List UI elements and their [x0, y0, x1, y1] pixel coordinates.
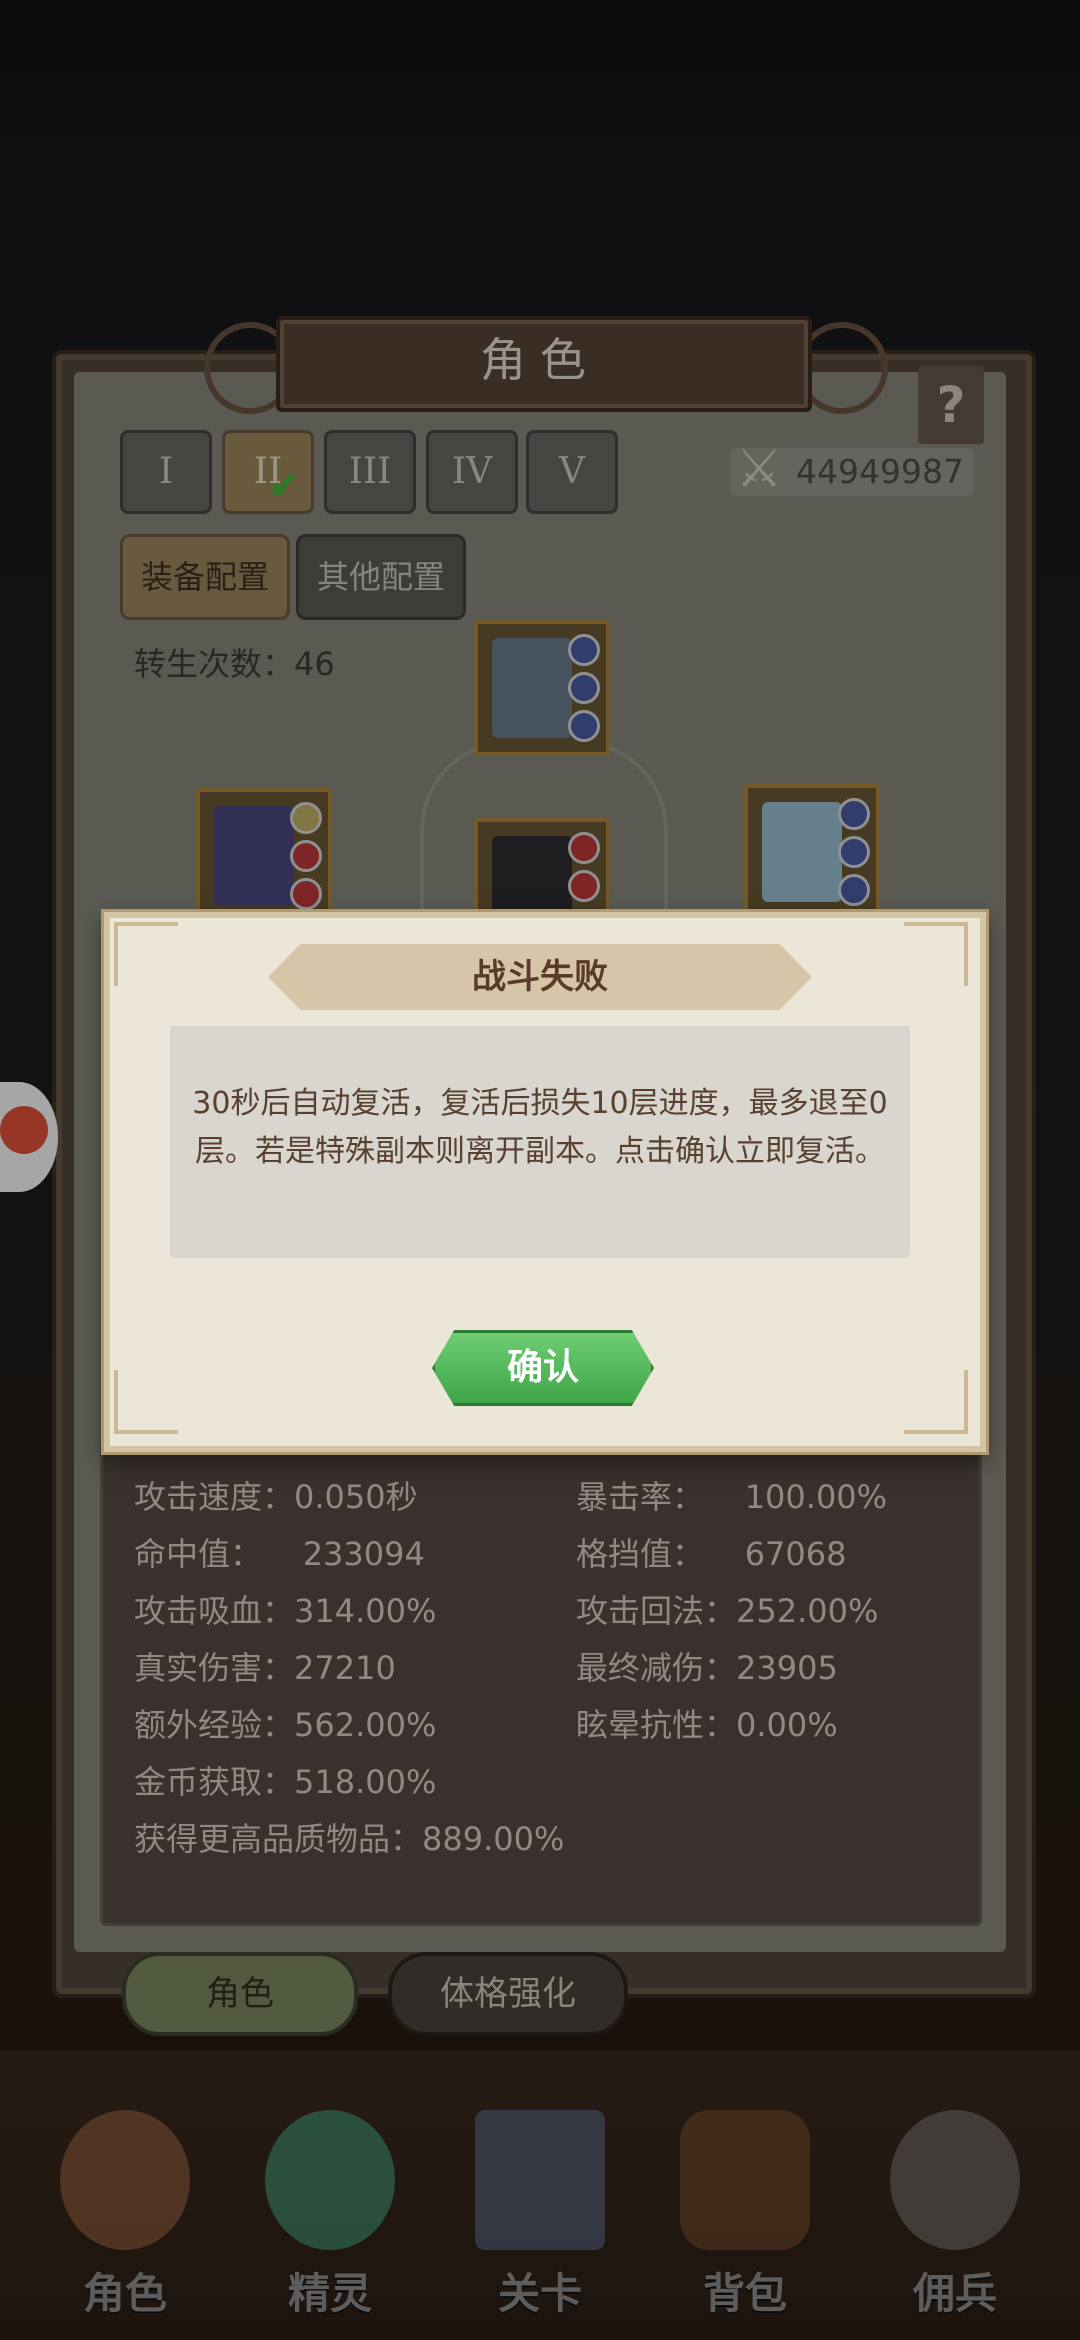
corner-ornament-icon: [904, 922, 968, 986]
corner-ornament-icon: [904, 1370, 968, 1434]
confirm-button[interactable]: 确认: [432, 1330, 654, 1406]
corner-ornament-icon: [114, 922, 178, 986]
dialog-title: 战斗失败: [472, 957, 608, 997]
dialog-message: 30秒后自动复活，复活后损失10层进度，最多退至0层。若是特殊副本则离开副本。点…: [192, 1086, 888, 1169]
corner-ornament-icon: [114, 1370, 178, 1434]
